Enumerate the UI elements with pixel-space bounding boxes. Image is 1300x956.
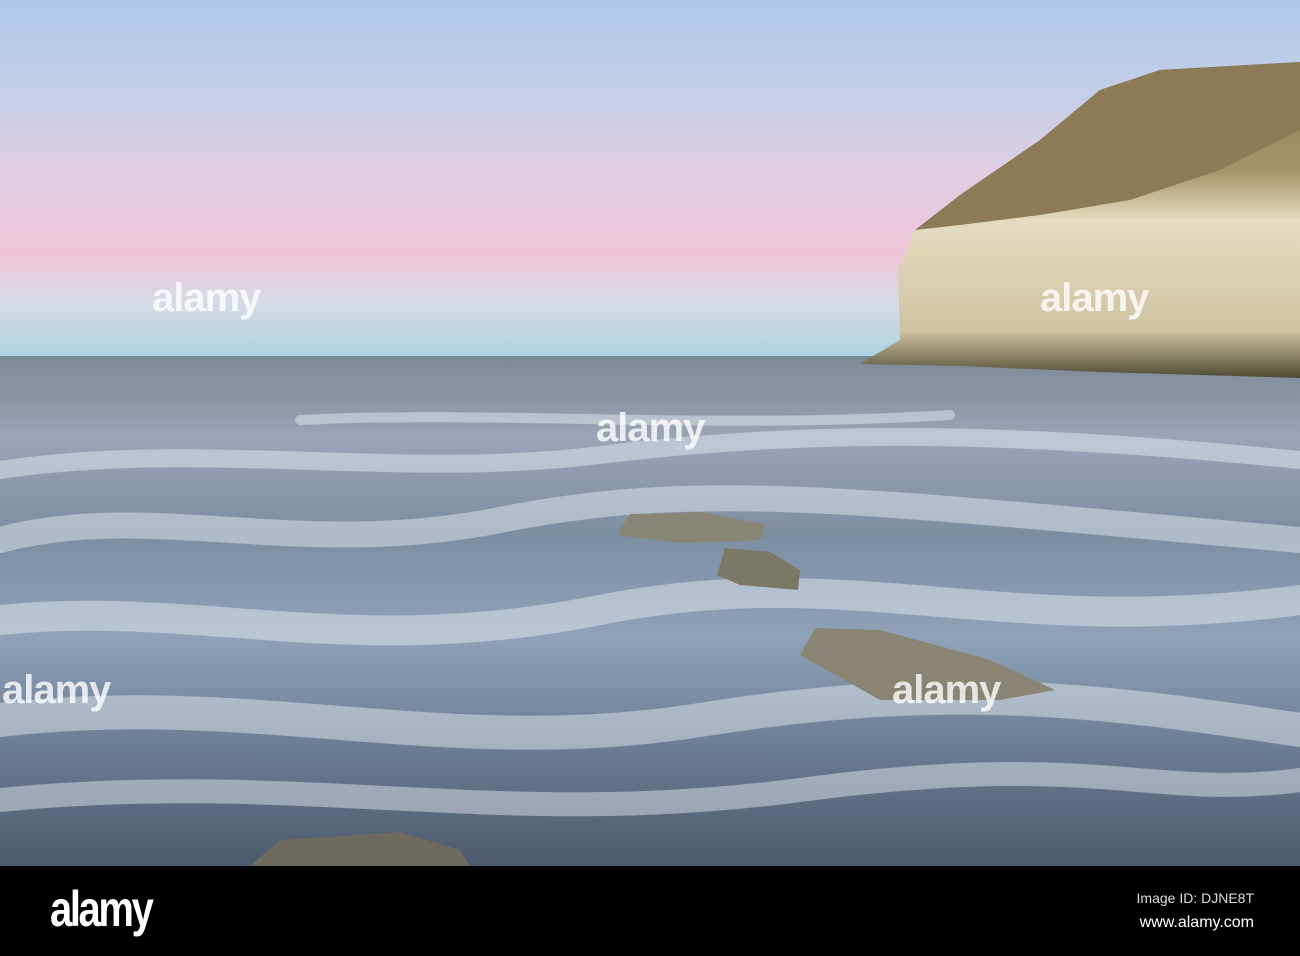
image-id: Image ID: DJNE8T	[1136, 890, 1254, 906]
alamy-logo: alamy	[50, 881, 154, 937]
watermark: alamy	[596, 406, 705, 450]
watermark: alamy	[1040, 276, 1149, 320]
footer-bar: alamy Image ID: DJNE8T www.alamy.com	[0, 866, 1300, 956]
watermark: alamy	[2, 668, 111, 712]
watermark: alamy	[892, 668, 1001, 712]
watermark: alamy	[152, 276, 261, 320]
rock	[617, 512, 765, 543]
foam-streaks	[0, 410, 1300, 817]
site-url: www.alamy.com	[1139, 914, 1254, 931]
seascape-photo: alamy alamy alamy alamy alamy	[0, 0, 1300, 866]
rock	[250, 832, 470, 866]
